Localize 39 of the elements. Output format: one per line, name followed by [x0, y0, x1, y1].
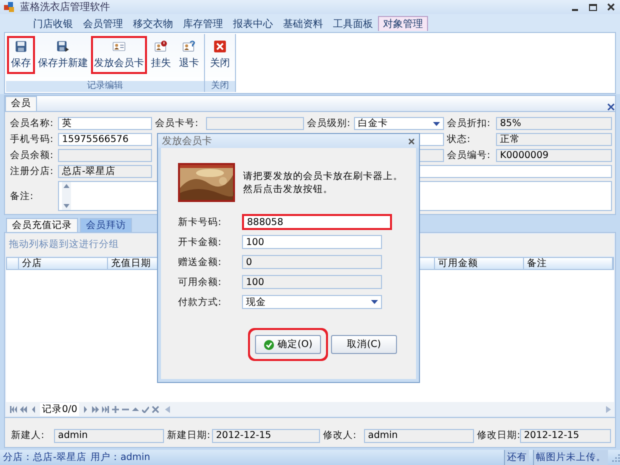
field-label: 会员名称: [10, 117, 54, 130]
input-field: 总店-翠星店 [58, 165, 152, 178]
input-field: 2012-12-15 [520, 428, 611, 442]
input-field: 2012-12-15 [212, 428, 320, 442]
record-counter: 记录0/0 [40, 402, 80, 416]
field-label: 注册分店: [10, 165, 54, 178]
status-text: 分店：总店-翠星店 [3, 451, 86, 464]
input-field: 100 [242, 275, 382, 289]
field-label: 新卡号码: [178, 216, 222, 228]
window-title: 蓝格洗衣店管理软件 [20, 0, 111, 14]
field-label: 会员余额: [10, 149, 54, 162]
input-field: 0 [242, 255, 382, 269]
field-label: 状态: [447, 133, 472, 146]
field-label: 会员级别: [307, 117, 351, 130]
instruction-text: 请把要发放的会员卡放在刷卡器上。 [243, 170, 403, 182]
input-field: admin [54, 428, 164, 442]
field-label: 付款方式: [178, 296, 222, 308]
field-label: 会员卡号: [155, 117, 200, 130]
input-field: admin [364, 428, 474, 442]
group-label: 记录编辑 [6, 81, 204, 92]
group-label: 关闭 [205, 81, 235, 92]
field-label: 会员编号: [447, 149, 492, 162]
field-label: 新建人: [11, 429, 46, 442]
instruction-text: 然后点击发放按钮。 [243, 182, 334, 196]
field-label: 会员折扣: [447, 117, 492, 130]
field-label: 可用余额: [178, 276, 222, 288]
field-label: 手机号码: [10, 133, 54, 146]
status-text: 用户：admin [90, 451, 150, 464]
field-label: 修改日期: [477, 429, 517, 442]
field-label: 修改人: [323, 429, 358, 442]
input-field: K0000009 [496, 149, 612, 162]
status-panel: 幅图片未上传。 [533, 450, 608, 465]
field-label: 开卡金额: [178, 236, 222, 248]
input-field: 85% [496, 117, 612, 130]
field-label: 备注: [10, 190, 34, 202]
dialog-title: 发放会员卡 [162, 134, 212, 148]
field-label: 新建日期: [167, 429, 209, 442]
input-field: 正常 [496, 133, 612, 146]
status-panel: 还有 [504, 450, 529, 465]
